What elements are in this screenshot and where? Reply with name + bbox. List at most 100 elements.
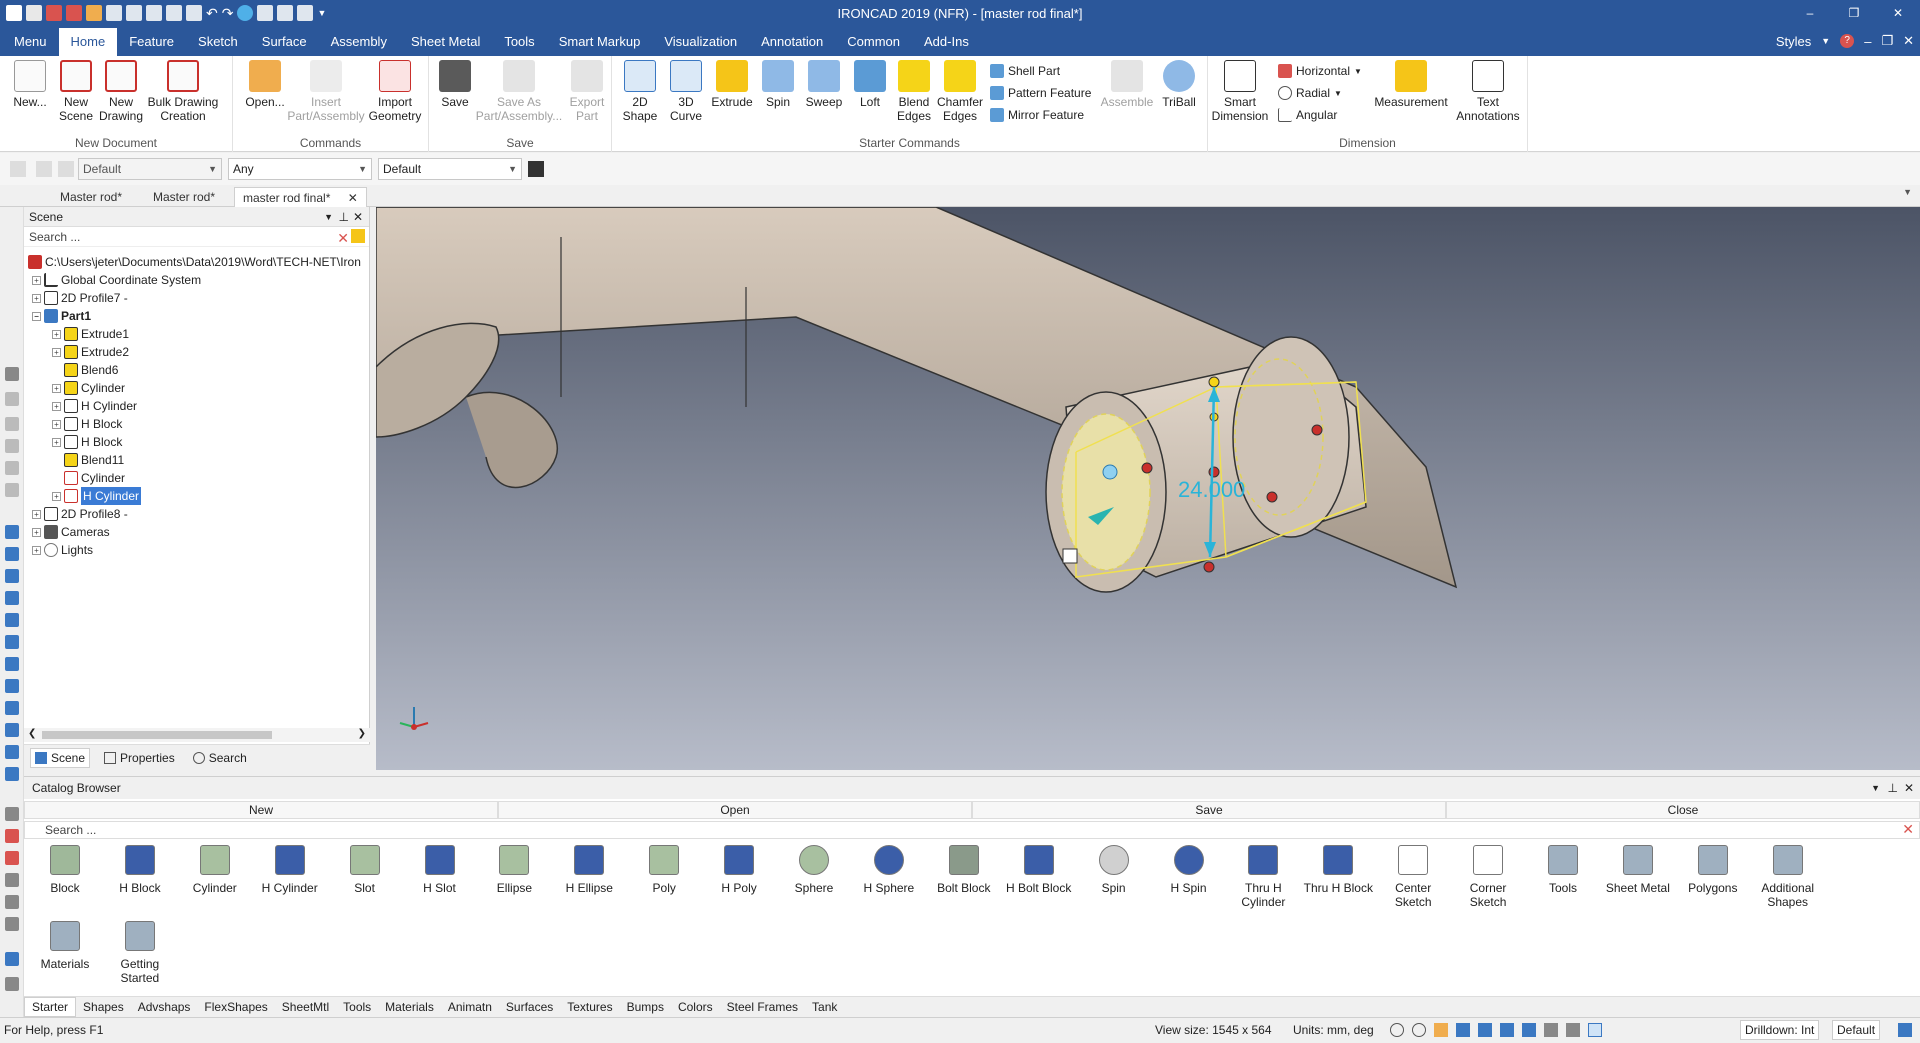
catalog-tab-colors[interactable]: Colors — [671, 998, 720, 1016]
catalog-item-h-ellipse[interactable]: H Ellipse — [552, 845, 626, 895]
mdi-minimize-button[interactable]: – — [1864, 34, 1871, 49]
expand-icon[interactable]: + — [32, 509, 41, 519]
tab-add-ins[interactable]: Add-Ins — [912, 28, 981, 56]
bulk-drawing-creation-button[interactable]: Bulk Drawing Creation — [144, 60, 222, 123]
view-back-icon[interactable] — [5, 547, 19, 561]
tab-common[interactable]: Common — [835, 28, 912, 56]
expand-icon[interactable]: + — [32, 527, 41, 537]
catalog-item-sphere[interactable]: Sphere — [777, 845, 851, 895]
sizebox-handle[interactable] — [1141, 462, 1153, 474]
tree-item-part1[interactable]: − Part1 — [32, 307, 91, 325]
tool-icon-17[interactable] — [5, 895, 19, 909]
smart-dimension-button[interactable]: Smart Dimension — [1212, 60, 1268, 123]
scene-search[interactable]: Search ... ✕ — [24, 227, 369, 247]
expand-icon[interactable]: + — [52, 491, 61, 501]
zoom-window-icon[interactable] — [1412, 1023, 1426, 1037]
radial-dimension-button[interactable]: Radial ▼ — [1278, 84, 1342, 102]
loft-button[interactable]: Loft — [846, 60, 894, 109]
zoom-icon[interactable] — [1390, 1023, 1404, 1037]
search-options-icon[interactable] — [351, 229, 365, 243]
close-icon[interactable]: ✕ — [353, 207, 363, 227]
tree-item-cylinder-1[interactable]: + Cylinder — [52, 379, 125, 397]
tab-sketch[interactable]: Sketch — [186, 28, 250, 56]
catalog-tab-surfaces[interactable]: Surfaces — [499, 998, 560, 1016]
catalog-item-thru-h-cylinder[interactable]: Thru H Cylinder — [1226, 845, 1300, 909]
view-icon-10[interactable] — [5, 723, 19, 737]
catalog-tab-animatn[interactable]: Animatn — [441, 998, 499, 1016]
text-annotations-button[interactable]: Text Annotations — [1452, 60, 1524, 123]
assemble-button[interactable]: Assemble — [1100, 60, 1154, 109]
new-button[interactable]: New... — [6, 60, 54, 109]
open-icon[interactable] — [86, 5, 102, 21]
light-tool-icon[interactable] — [1566, 1023, 1580, 1037]
tool-icon-14[interactable] — [5, 829, 19, 843]
catalog-item-additional-shapes[interactable]: Additional Shapes — [1751, 845, 1825, 909]
window-icon[interactable] — [297, 5, 314, 21]
blend-edges-button[interactable]: Blend Edges — [890, 60, 938, 123]
new-scene-button[interactable]: New Scene — [52, 60, 100, 123]
tree-item-2d-profile7[interactable]: + 2D Profile7 - — [32, 289, 128, 307]
scroll-right-icon[interactable]: ❯ — [358, 728, 366, 739]
anchor-icon[interactable] — [1102, 464, 1118, 480]
catalog-item-h-slot[interactable]: H Slot — [403, 845, 477, 895]
close-button[interactable]: ✕ — [1876, 0, 1920, 26]
catalog-item-cylinder[interactable]: Cylinder — [178, 845, 252, 895]
mdi-restore-button[interactable]: ❐ — [1881, 33, 1893, 49]
tab-search[interactable]: Search — [189, 749, 251, 767]
paste-icon[interactable] — [186, 5, 202, 21]
tool-icon-4[interactable] — [5, 439, 19, 453]
import-geometry-button[interactable]: Import Geometry — [367, 60, 423, 123]
tool-icon-3[interactable] — [5, 417, 19, 431]
horizontal-dimension-button[interactable]: Horizontal ▼ — [1278, 62, 1362, 80]
grid-icon[interactable] — [1898, 1023, 1912, 1037]
catalog-item-sheet-metal[interactable]: Sheet Metal — [1601, 845, 1675, 895]
tool-icon-13[interactable] — [5, 807, 19, 821]
chamfer-edges-button[interactable]: Chamfer Edges — [936, 60, 984, 123]
tab-scene[interactable]: Scene — [30, 747, 91, 768]
cut-icon[interactable] — [146, 5, 162, 21]
clear-search-icon[interactable]: ✕ — [1902, 821, 1914, 838]
catalog-item-h-spin[interactable]: H Spin — [1152, 845, 1226, 895]
save-icon[interactable] — [106, 5, 122, 21]
filter-icon[interactable] — [58, 161, 74, 177]
save-button[interactable]: Save — [431, 60, 479, 109]
catalog-tab-bumps[interactable]: Bumps — [620, 998, 671, 1016]
tab-visualization[interactable]: Visualization — [652, 28, 749, 56]
catalog-item-h-poly[interactable]: H Poly — [702, 845, 776, 895]
globe-icon[interactable] — [237, 5, 254, 21]
spin-button[interactable]: Spin — [754, 60, 802, 109]
tab-menu[interactable]: Menu — [0, 28, 59, 56]
chevron-down-icon[interactable]: ▼ — [324, 207, 333, 227]
catalog-item-center-sketch[interactable]: Center Sketch — [1376, 845, 1450, 909]
catalog-tab-tools[interactable]: Tools — [336, 998, 378, 1016]
tree-item-cameras[interactable]: + Cameras — [32, 523, 110, 541]
new-drawing-button[interactable]: New Drawing — [97, 60, 145, 123]
view-mode-icon[interactable] — [1456, 1023, 1470, 1037]
tool-icon-19[interactable] — [5, 952, 19, 966]
style-status-combo[interactable]: Default — [1832, 1020, 1881, 1040]
catalog-close-button[interactable]: Close — [1446, 801, 1920, 819]
tool-icon-15[interactable] — [5, 851, 19, 865]
triball-icon[interactable] — [257, 5, 274, 21]
tab-annotation[interactable]: Annotation — [749, 28, 835, 56]
catalog-tab-shapes[interactable]: Shapes — [76, 998, 131, 1016]
styles-dropdown[interactable]: Styles — [1776, 34, 1811, 49]
sizebox-toggle-icon[interactable] — [1062, 548, 1078, 564]
sizebox-handle-top[interactable] — [1208, 376, 1220, 388]
tab-list-chevron-icon[interactable]: ▼ — [1903, 187, 1912, 197]
hierarchy-icon[interactable] — [528, 161, 544, 177]
expand-icon[interactable]: + — [52, 383, 61, 393]
tool-icon-6[interactable] — [5, 483, 19, 497]
select-tool-icon[interactable] — [1588, 1023, 1602, 1037]
tree-item-h-cylinder-2[interactable]: + H Cylinder — [52, 487, 142, 505]
catalog-item-getting-started[interactable]: Getting Started — [103, 921, 177, 985]
catalog-save-button[interactable]: Save — [972, 801, 1446, 819]
redo-icon[interactable]: ↷ — [222, 5, 234, 22]
view-front-icon[interactable] — [5, 525, 19, 539]
section-icon[interactable] — [1500, 1023, 1514, 1037]
catalog-item-h-sphere[interactable]: H Sphere — [852, 845, 926, 895]
expand-icon[interactable]: + — [32, 275, 41, 285]
clear-search-icon[interactable]: ✕ — [337, 228, 349, 248]
camera-tool-icon[interactable] — [1544, 1023, 1558, 1037]
select-icon[interactable] — [36, 161, 52, 177]
